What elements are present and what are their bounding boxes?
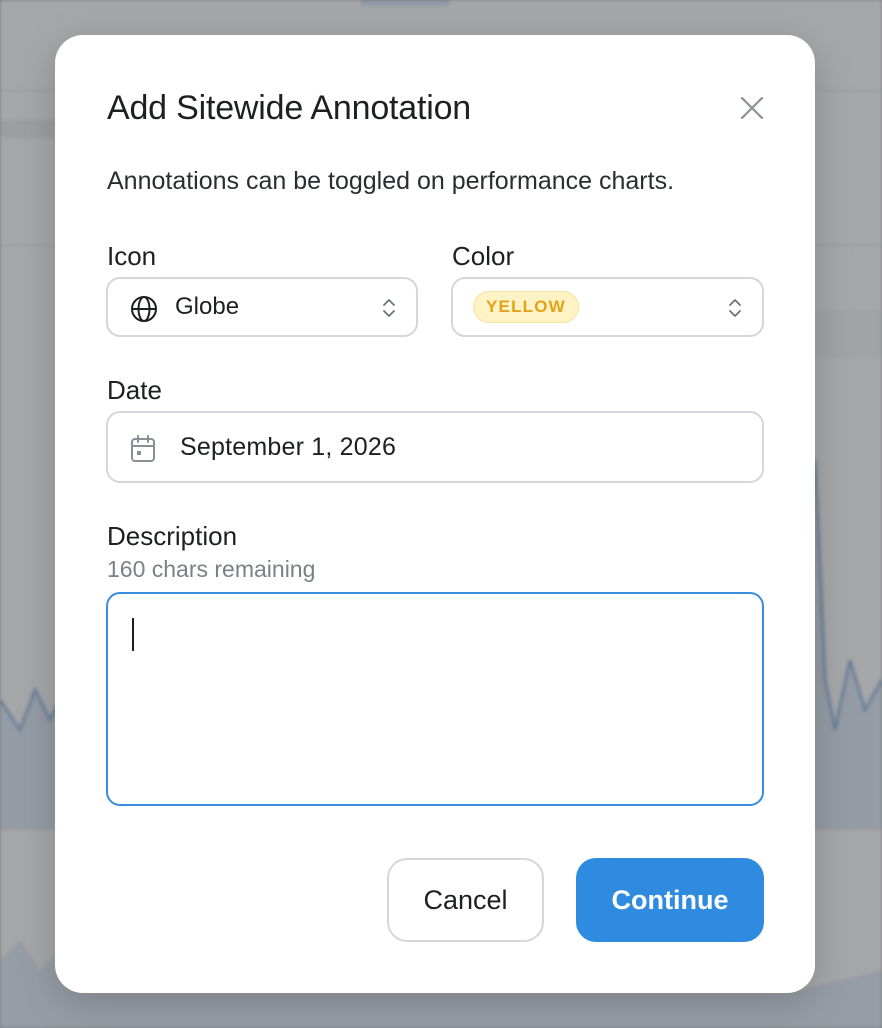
color-select[interactable]: YELLOW <box>451 277 764 337</box>
globe-icon <box>131 296 157 322</box>
date-field-label: Date <box>107 375 162 405</box>
close-icon <box>740 96 764 120</box>
chars-remaining-hint: 160 chars remaining <box>107 556 316 582</box>
dialog-subtitle: Annotations can be toggled on performanc… <box>107 167 675 195</box>
dialog-title: Add Sitewide Annotation <box>107 89 472 127</box>
text-caret <box>132 618 134 651</box>
close-button[interactable] <box>735 91 769 125</box>
icon-field-label: Icon <box>107 241 157 271</box>
description-textarea[interactable] <box>106 592 764 806</box>
icon-select-value: Globe <box>175 293 240 320</box>
cancel-button[interactable]: Cancel <box>387 858 544 942</box>
icon-select[interactable]: Globe <box>106 277 418 337</box>
date-picker-input[interactable]: September 1, 2026 <box>106 411 764 483</box>
calendar-icon <box>131 435 155 462</box>
chevron-up-down-icon <box>383 299 395 317</box>
description-field-label: Description <box>107 521 238 551</box>
continue-button[interactable]: Continue <box>576 858 764 942</box>
chevron-up-down-icon <box>729 299 741 317</box>
color-badge: YELLOW <box>473 291 579 323</box>
color-field-label: Color <box>452 241 515 271</box>
date-value: September 1, 2026 <box>180 432 397 461</box>
annotation-dialog: Add Sitewide Annotation Annotations can … <box>55 35 815 993</box>
